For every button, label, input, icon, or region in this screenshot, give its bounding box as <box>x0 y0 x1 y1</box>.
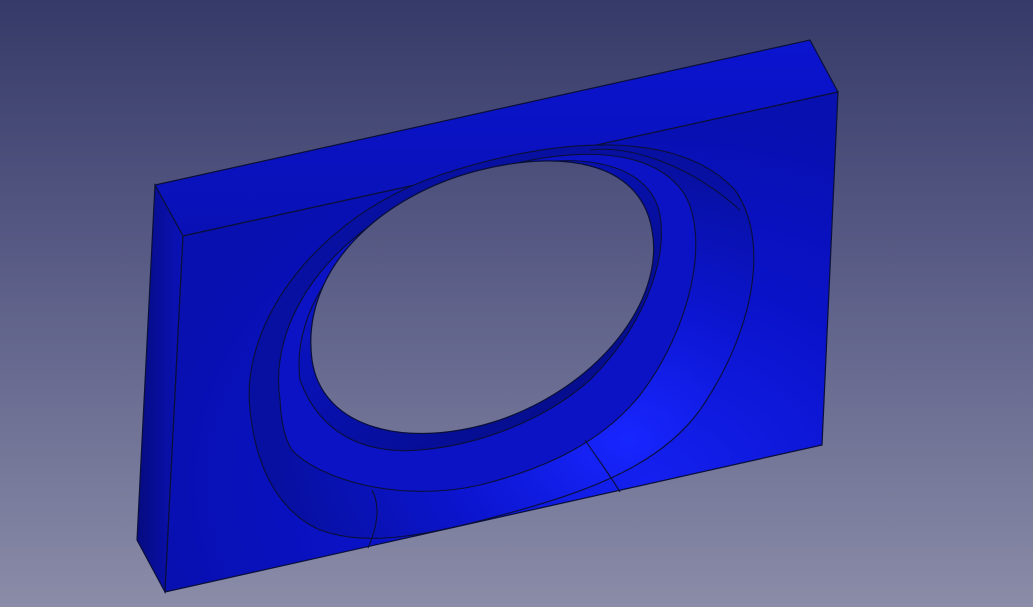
3d-viewport[interactable] <box>0 0 1033 607</box>
3d-scene[interactable] <box>0 0 1033 607</box>
